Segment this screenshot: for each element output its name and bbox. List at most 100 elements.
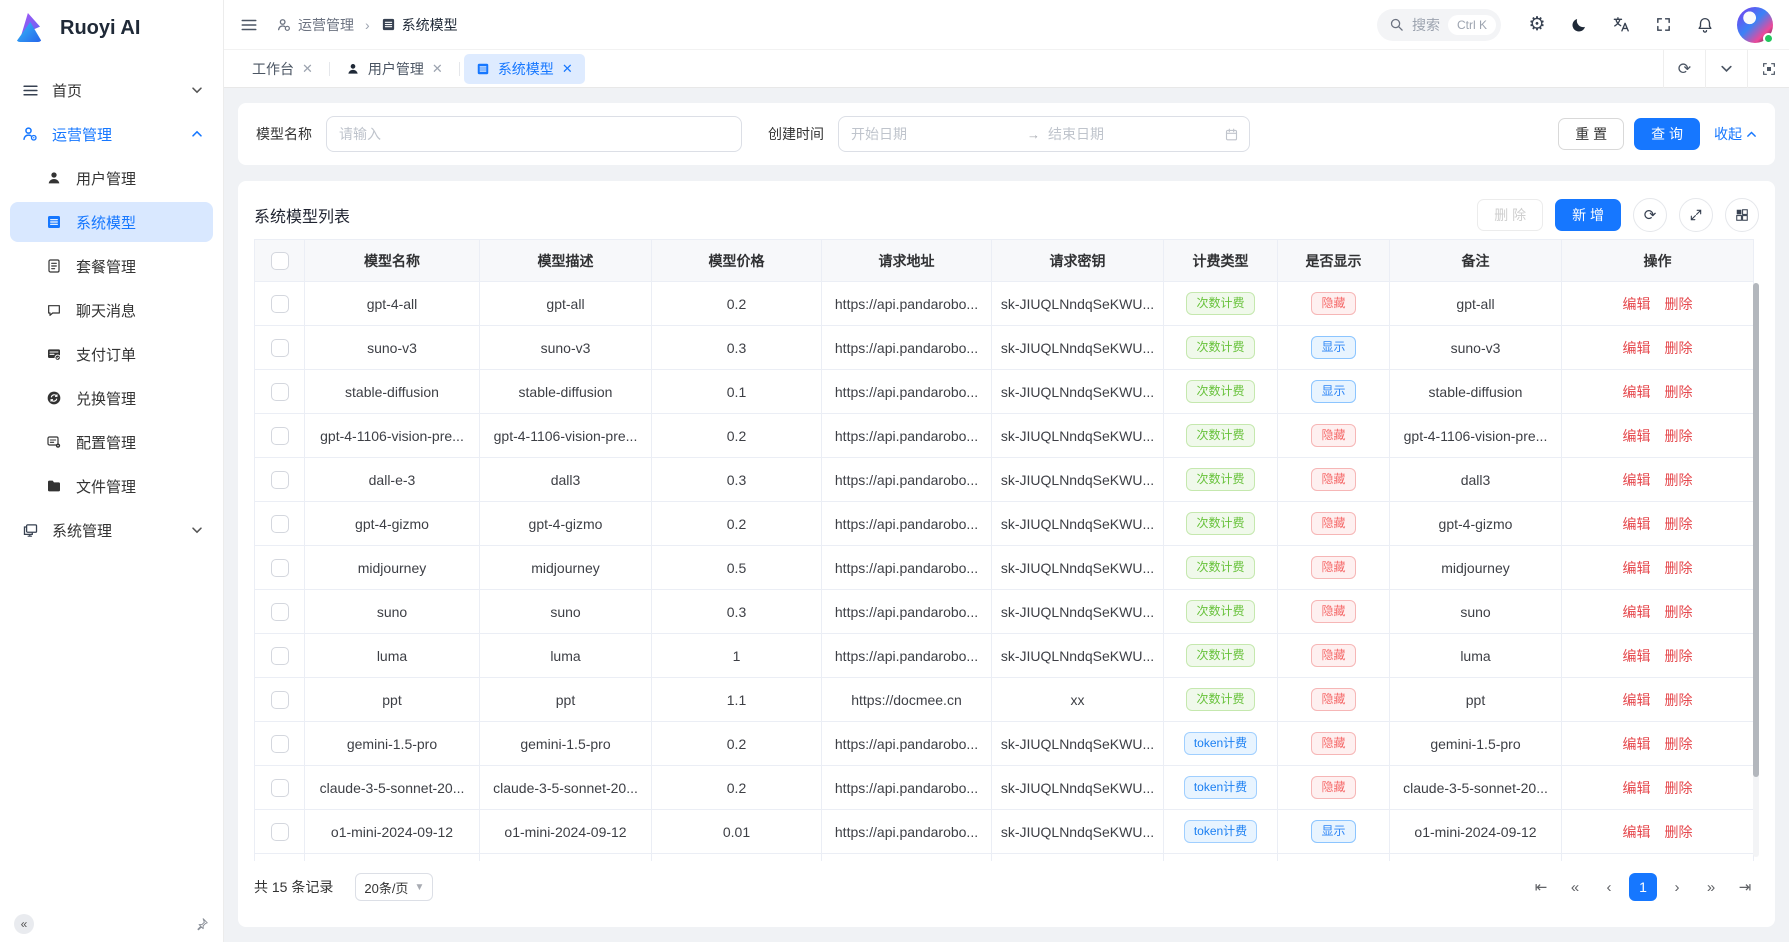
delete-link[interactable]: 删除 [1665, 692, 1693, 708]
delete-link[interactable]: 删除 [1665, 736, 1693, 752]
sidebar-item-package-management[interactable]: 套餐管理 [10, 246, 213, 286]
refresh-icon[interactable]: ⟳ [1663, 50, 1705, 88]
sidebar-item-operations[interactable]: 运营管理 [10, 114, 213, 154]
close-icon[interactable]: ✕ [302, 61, 313, 77]
edit-link[interactable]: 编辑 [1623, 736, 1651, 752]
delete-link[interactable]: 删除 [1665, 472, 1693, 488]
select-all-checkbox[interactable] [271, 252, 289, 270]
pin-icon[interactable] [195, 917, 209, 931]
user-avatar[interactable] [1737, 7, 1773, 43]
column-settings-icon[interactable] [1725, 198, 1759, 232]
delete-link[interactable]: 删除 [1665, 384, 1693, 400]
edit-link[interactable]: 编辑 [1623, 296, 1651, 312]
close-icon[interactable]: ✕ [562, 61, 573, 77]
delete-link[interactable]: 删除 [1665, 516, 1693, 532]
refresh-icon[interactable]: ⟳ [1633, 198, 1667, 232]
add-button[interactable]: 新 增 [1555, 199, 1621, 231]
collapse-filter-link[interactable]: 收起 [1714, 124, 1757, 144]
fullscreen-icon[interactable] [1647, 9, 1679, 41]
query-button[interactable]: 查 询 [1634, 118, 1700, 150]
delete-link[interactable]: 删除 [1665, 428, 1693, 444]
row-checkbox[interactable] [271, 427, 289, 445]
end-date-input[interactable] [1046, 125, 1218, 143]
row-checkbox[interactable] [271, 779, 289, 797]
date-range-picker[interactable]: → [838, 116, 1250, 152]
sidebar-item-system-model[interactable]: 系统模型 [10, 202, 213, 242]
visibility-tag: 隐藏 [1311, 644, 1355, 667]
row-checkbox[interactable] [271, 295, 289, 313]
edit-link[interactable]: 编辑 [1623, 824, 1651, 840]
row-checkbox[interactable] [271, 823, 289, 841]
hamburger-icon[interactable] [240, 16, 258, 34]
sidebar-item-exchange-management[interactable]: 兑换管理 [10, 378, 213, 418]
sidebar-item-chat-messages[interactable]: 聊天消息 [10, 290, 213, 330]
first-page-button[interactable]: ⇤ [1527, 873, 1555, 901]
chevron-down-icon[interactable] [1705, 50, 1747, 88]
model-name-input[interactable] [326, 116, 742, 152]
delete-link[interactable]: 删除 [1665, 340, 1693, 356]
edit-link[interactable]: 编辑 [1623, 560, 1651, 576]
request-key-cell: sk-JIUQLNndqSeKWU... [992, 414, 1164, 458]
delete-link[interactable]: 删除 [1665, 824, 1693, 840]
row-checkbox[interactable] [271, 691, 289, 709]
jump-back-button[interactable]: « [1561, 873, 1589, 901]
row-checkbox[interactable] [271, 735, 289, 753]
scrollbar-thumb[interactable] [1753, 283, 1759, 777]
page-size-select[interactable]: 20条/页 ▼ [355, 873, 433, 901]
row-checkbox[interactable] [271, 383, 289, 401]
remark-cell: gemini-1.5-pro [1390, 722, 1562, 766]
delete-link[interactable]: 删除 [1665, 296, 1693, 312]
tab-user-management[interactable]: 用户管理 ✕ [334, 54, 455, 84]
tab-system-model[interactable]: 系统模型 ✕ [464, 54, 585, 84]
sidebar-item-system-management[interactable]: 系统管理 [10, 510, 213, 550]
edit-link[interactable]: 编辑 [1623, 604, 1651, 620]
batch-delete-button[interactable]: 删 除 [1477, 199, 1543, 231]
row-checkbox[interactable] [271, 471, 289, 489]
edit-link[interactable]: 编辑 [1623, 780, 1651, 796]
sidebar-item-config-management[interactable]: 配置管理 [10, 422, 213, 462]
edit-link[interactable]: 编辑 [1623, 472, 1651, 488]
sidebar-collapse-button[interactable]: « [14, 914, 34, 934]
edit-link[interactable]: 编辑 [1623, 384, 1651, 400]
row-checkbox[interactable] [271, 515, 289, 533]
edit-link[interactable]: 编辑 [1623, 648, 1651, 664]
close-icon[interactable]: ✕ [432, 61, 443, 77]
edit-link[interactable]: 编辑 [1623, 516, 1651, 532]
sidebar-item-user-management[interactable]: 用户管理 [10, 158, 213, 198]
app-title: Ruoyi AI [60, 17, 140, 40]
edit-link[interactable]: 编辑 [1623, 692, 1651, 708]
actions-cell: 编辑删除 [1562, 766, 1754, 810]
row-checkbox[interactable] [271, 339, 289, 357]
reset-button[interactable]: 重 置 [1558, 118, 1624, 150]
row-checkbox[interactable] [271, 559, 289, 577]
sidebar-item-file-management[interactable]: 文件管理 [10, 466, 213, 506]
sidebar-item-home[interactable]: 首页 [10, 70, 213, 110]
visibility-tag: 显示 [1311, 820, 1355, 843]
edit-link[interactable]: 编辑 [1623, 428, 1651, 444]
tab-workbench[interactable]: 工作台 ✕ [240, 54, 325, 84]
breadcrumb-system-model[interactable]: 系统模型 [381, 15, 458, 35]
settings-gear-icon[interactable]: ⚙ [1521, 9, 1553, 41]
expand-icon[interactable] [1679, 198, 1713, 232]
edit-link[interactable]: 编辑 [1623, 340, 1651, 356]
global-search[interactable]: 搜索 Ctrl K [1377, 9, 1501, 41]
request-key-cell: sk-JIUQLNndqSeKWU... [992, 502, 1164, 546]
delete-link[interactable]: 删除 [1665, 604, 1693, 620]
row-checkbox[interactable] [271, 647, 289, 665]
breadcrumb-operations[interactable]: 运营管理 [276, 15, 354, 35]
sidebar-item-payment-orders[interactable]: 支付订单 [10, 334, 213, 374]
content-fullscreen-icon[interactable] [1747, 50, 1789, 88]
jump-forward-button[interactable]: » [1697, 873, 1725, 901]
row-checkbox[interactable] [271, 603, 289, 621]
current-page-button[interactable]: 1 [1629, 873, 1657, 901]
prev-page-button[interactable]: ‹ [1595, 873, 1623, 901]
delete-link[interactable]: 删除 [1665, 780, 1693, 796]
dark-mode-moon-icon[interactable] [1563, 9, 1595, 41]
last-page-button[interactable]: ⇥ [1731, 873, 1759, 901]
delete-link[interactable]: 删除 [1665, 560, 1693, 576]
delete-link[interactable]: 删除 [1665, 648, 1693, 664]
notification-bell-icon[interactable] [1689, 9, 1721, 41]
language-translate-icon[interactable] [1605, 9, 1637, 41]
start-date-input[interactable] [849, 125, 1021, 143]
next-page-button[interactable]: › [1663, 873, 1691, 901]
